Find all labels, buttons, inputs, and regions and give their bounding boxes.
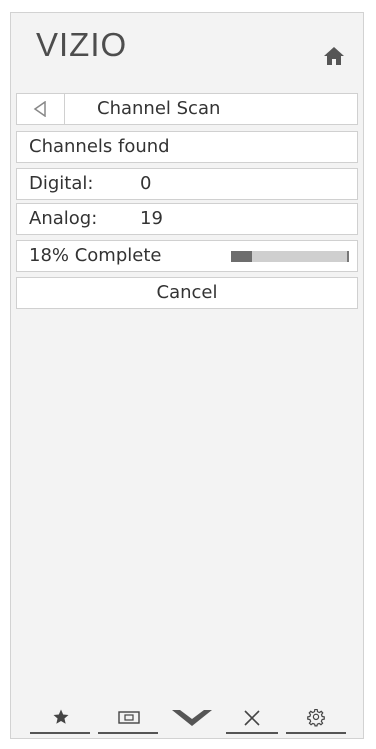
channel-scan-header: Channel Scan xyxy=(16,93,358,125)
bottom-nav xyxy=(30,704,346,734)
gear-icon xyxy=(307,709,325,727)
cancel-button[interactable]: Cancel xyxy=(17,278,357,308)
progress-row: 18% Complete xyxy=(16,240,358,272)
back-button[interactable] xyxy=(17,94,65,124)
input-button[interactable] xyxy=(98,704,158,734)
analog-label: Analog: xyxy=(29,208,98,229)
star-icon xyxy=(53,709,69,724)
close-icon xyxy=(244,710,260,726)
analog-count: 19 xyxy=(140,208,163,229)
cancel-row[interactable]: Cancel xyxy=(16,277,358,309)
back-arrow-icon xyxy=(33,101,46,117)
home-icon[interactable] xyxy=(322,44,346,68)
scan-progress-fill xyxy=(231,251,252,262)
vizio-v-icon xyxy=(172,710,212,726)
exit-button[interactable] xyxy=(226,704,278,734)
digital-label: Digital: xyxy=(29,173,94,194)
analog-row: Analog: 19 xyxy=(16,203,358,235)
input-icon xyxy=(118,711,140,724)
scan-progress-bar xyxy=(231,251,349,262)
digital-row: Digital: 0 xyxy=(16,168,358,200)
channels-found-row: Channels found xyxy=(16,131,358,163)
settings-button[interactable] xyxy=(286,704,346,734)
digital-count: 0 xyxy=(140,173,152,194)
page-title: Channel Scan xyxy=(97,98,221,119)
channels-found-label: Channels found xyxy=(29,136,170,157)
vizio-logo: VIZIO xyxy=(36,26,128,63)
favorites-button[interactable] xyxy=(30,704,90,734)
progress-label: 18% Complete xyxy=(29,245,162,266)
vizio-button[interactable] xyxy=(166,704,218,734)
